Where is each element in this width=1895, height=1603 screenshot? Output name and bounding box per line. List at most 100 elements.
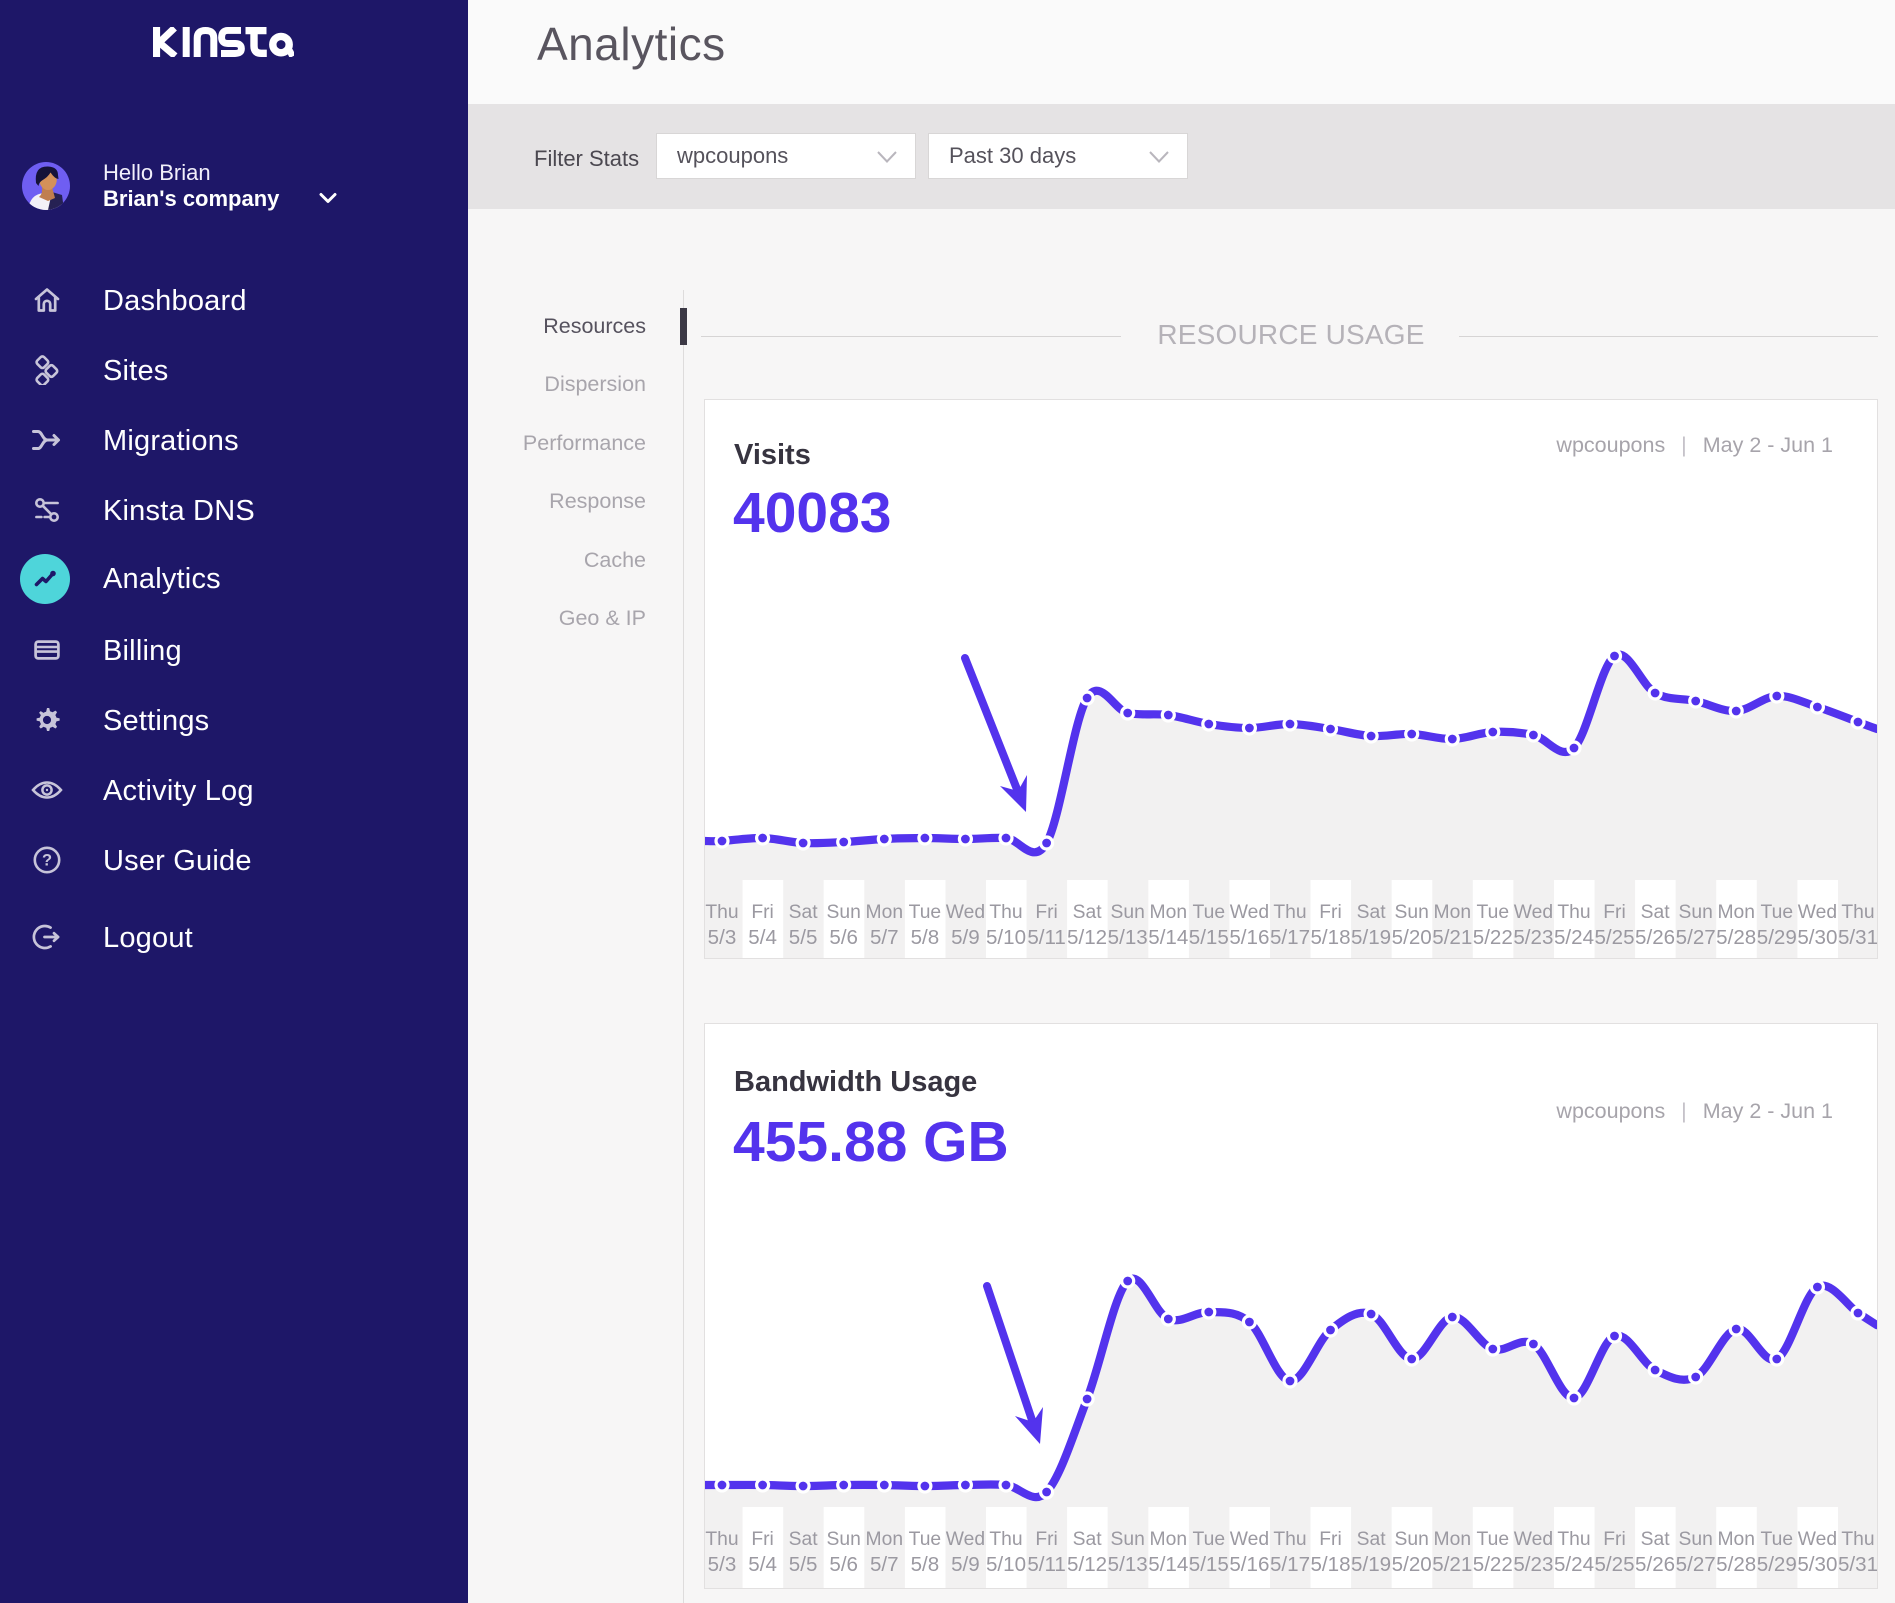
- svg-text:5/21: 5/21: [1432, 1553, 1472, 1576]
- svg-text:Thu: Thu: [989, 1529, 1022, 1550]
- svg-text:5/23: 5/23: [1513, 926, 1553, 949]
- svg-text:5/20: 5/20: [1392, 1553, 1432, 1576]
- svg-text:Thu: Thu: [1841, 902, 1874, 923]
- svg-text:5/14: 5/14: [1148, 1553, 1188, 1576]
- svg-text:Wed: Wed: [946, 902, 985, 923]
- svg-text:5/17: 5/17: [1270, 1553, 1310, 1576]
- svg-text:Thu: Thu: [705, 1529, 738, 1550]
- svg-text:5/25: 5/25: [1594, 926, 1634, 949]
- svg-text:Wed: Wed: [1798, 1529, 1837, 1550]
- svg-text:Thu: Thu: [989, 902, 1022, 923]
- svg-text:Tue: Tue: [1193, 902, 1226, 923]
- svg-text:5/30: 5/30: [1797, 926, 1837, 949]
- svg-text:5/19: 5/19: [1351, 926, 1391, 949]
- svg-text:Wed: Wed: [1230, 902, 1269, 923]
- svg-text:5/4: 5/4: [748, 926, 777, 949]
- svg-text:?: ?: [42, 852, 52, 870]
- svg-text:5/22: 5/22: [1473, 1553, 1513, 1576]
- svg-text:Wed: Wed: [1514, 1529, 1553, 1550]
- svg-text:5/9: 5/9: [951, 926, 980, 949]
- svg-text:Thu: Thu: [705, 902, 738, 923]
- svg-text:Fri: Fri: [1603, 1529, 1625, 1550]
- svg-text:Sat: Sat: [789, 902, 819, 923]
- svg-text:Tue: Tue: [1193, 1529, 1226, 1550]
- svg-text:5/6: 5/6: [829, 1553, 858, 1576]
- svg-text:Wed: Wed: [1514, 902, 1553, 923]
- svg-text:5/8: 5/8: [911, 926, 940, 949]
- svg-text:5/5: 5/5: [789, 1553, 818, 1576]
- svg-text:Thu: Thu: [1841, 1529, 1874, 1550]
- svg-text:5/30: 5/30: [1797, 1553, 1837, 1576]
- svg-text:5/28: 5/28: [1716, 1553, 1756, 1576]
- svg-text:Mon: Mon: [1717, 1529, 1755, 1550]
- svg-text:5/16: 5/16: [1229, 926, 1269, 949]
- svg-text:Fri: Fri: [1603, 902, 1625, 923]
- svg-text:5/31: 5/31: [1838, 1553, 1877, 1576]
- svg-text:Wed: Wed: [1798, 902, 1837, 923]
- svg-text:Sat: Sat: [789, 1529, 819, 1550]
- svg-text:Mon: Mon: [1150, 1529, 1188, 1550]
- svg-text:5/6: 5/6: [829, 926, 858, 949]
- svg-text:Thu: Thu: [1557, 902, 1590, 923]
- svg-text:Tue: Tue: [1761, 902, 1794, 923]
- svg-text:Sun: Sun: [827, 902, 861, 923]
- svg-text:5/3: 5/3: [708, 1553, 737, 1576]
- svg-text:5/29: 5/29: [1757, 926, 1797, 949]
- svg-text:5/15: 5/15: [1189, 926, 1229, 949]
- svg-text:Fri: Fri: [751, 1529, 773, 1550]
- svg-text:Tue: Tue: [909, 1529, 942, 1550]
- svg-text:Sat: Sat: [1357, 902, 1387, 923]
- svg-text:Thu: Thu: [1273, 1529, 1306, 1550]
- svg-text:5/13: 5/13: [1108, 1553, 1148, 1576]
- svg-text:5/5: 5/5: [789, 926, 818, 949]
- svg-text:5/7: 5/7: [870, 926, 899, 949]
- svg-text:Wed: Wed: [946, 1529, 985, 1550]
- svg-text:5/21: 5/21: [1432, 926, 1472, 949]
- svg-text:5/25: 5/25: [1594, 1553, 1634, 1576]
- svg-text:Mon: Mon: [1434, 902, 1472, 923]
- svg-text:Mon: Mon: [866, 902, 904, 923]
- svg-text:Fri: Fri: [751, 902, 773, 923]
- svg-text:Fri: Fri: [1035, 1529, 1057, 1550]
- svg-text:5/13: 5/13: [1108, 926, 1148, 949]
- svg-text:Tue: Tue: [1761, 1529, 1794, 1550]
- svg-text:5/24: 5/24: [1554, 1553, 1594, 1576]
- svg-text:5/8: 5/8: [911, 1553, 940, 1576]
- svg-text:5/9: 5/9: [951, 1553, 980, 1576]
- svg-text:Thu: Thu: [1273, 902, 1306, 923]
- svg-text:Mon: Mon: [866, 1529, 904, 1550]
- svg-text:Sun: Sun: [1679, 902, 1713, 923]
- svg-text:Sun: Sun: [1111, 902, 1145, 923]
- svg-text:Tue: Tue: [909, 902, 942, 923]
- svg-text:5/3: 5/3: [708, 926, 737, 949]
- svg-text:5/22: 5/22: [1473, 926, 1513, 949]
- svg-text:5/24: 5/24: [1554, 926, 1594, 949]
- svg-text:Sat: Sat: [1641, 902, 1671, 923]
- svg-text:Sun: Sun: [1395, 902, 1429, 923]
- svg-text:Fri: Fri: [1035, 902, 1057, 923]
- svg-text:Sat: Sat: [1357, 1529, 1387, 1550]
- svg-text:5/11: 5/11: [1027, 1553, 1066, 1576]
- svg-text:5/26: 5/26: [1635, 1553, 1675, 1576]
- svg-text:Sat: Sat: [1073, 1529, 1103, 1550]
- svg-text:5/11: 5/11: [1027, 926, 1066, 949]
- svg-text:Thu: Thu: [1557, 1529, 1590, 1550]
- svg-text:5/27: 5/27: [1676, 1553, 1716, 1576]
- svg-text:Sun: Sun: [1111, 1529, 1145, 1550]
- svg-text:5/16: 5/16: [1229, 1553, 1269, 1576]
- svg-text:5/10: 5/10: [986, 926, 1026, 949]
- svg-text:Mon: Mon: [1717, 902, 1755, 923]
- svg-text:Sun: Sun: [1395, 1529, 1429, 1550]
- svg-text:5/4: 5/4: [748, 1553, 777, 1576]
- svg-text:5/18: 5/18: [1310, 1553, 1350, 1576]
- svg-text:5/31: 5/31: [1838, 926, 1877, 949]
- svg-text:Fri: Fri: [1319, 1529, 1341, 1550]
- svg-text:5/19: 5/19: [1351, 1553, 1391, 1576]
- svg-text:5/14: 5/14: [1148, 926, 1188, 949]
- svg-text:5/26: 5/26: [1635, 926, 1675, 949]
- svg-text:5/20: 5/20: [1392, 926, 1432, 949]
- svg-text:Mon: Mon: [1150, 902, 1188, 923]
- svg-text:5/12: 5/12: [1067, 926, 1107, 949]
- svg-text:Tue: Tue: [1477, 1529, 1510, 1550]
- svg-text:5/10: 5/10: [986, 1553, 1026, 1576]
